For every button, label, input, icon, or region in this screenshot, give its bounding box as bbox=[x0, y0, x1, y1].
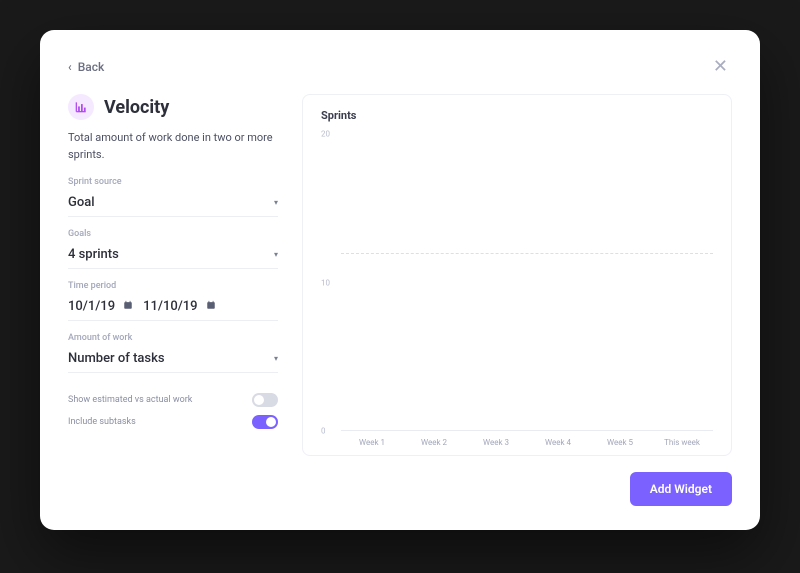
calendar-icon bbox=[206, 300, 216, 313]
date-from-input[interactable]: 10/1/19 bbox=[68, 299, 133, 314]
toggle-label: Include subtasks bbox=[68, 417, 136, 427]
select-goals[interactable]: 4 sprints ▾ bbox=[68, 243, 278, 269]
toggle-row-estimated: Show estimated vs actual work bbox=[68, 393, 278, 407]
chart-plot: 0 10 20 Week 1Week 2Week 3Week 4Week 5This… bbox=[321, 126, 713, 447]
add-widget-button[interactable]: Add Widget bbox=[630, 472, 732, 506]
chart-ytick: 10 bbox=[321, 278, 330, 287]
widget-config-card: ‹ Back ✕ Velocity Total a bbox=[40, 30, 760, 530]
select-amount[interactable]: Number of tasks ▾ bbox=[68, 347, 278, 373]
chart-xlabel: This week bbox=[651, 438, 713, 447]
select-sprint-source[interactable]: Goal ▾ bbox=[68, 191, 278, 217]
chevron-down-icon: ▾ bbox=[274, 250, 278, 259]
field-sprint-source: Sprint source Goal ▾ bbox=[68, 177, 278, 217]
bar-chart-icon bbox=[74, 100, 88, 114]
field-amount: Amount of work Number of tasks ▾ bbox=[68, 333, 278, 373]
chart-plot-area: Week 1Week 2Week 3Week 4Week 5This week bbox=[341, 126, 713, 447]
chart-xlabels: Week 1Week 2Week 3Week 4Week 5This week bbox=[341, 438, 713, 447]
config-panel: Velocity Total amount of work done in tw… bbox=[68, 94, 278, 506]
chart-xlabel: Week 4 bbox=[527, 438, 589, 447]
calendar-icon bbox=[123, 300, 133, 313]
footer: Add Widget bbox=[302, 472, 732, 506]
chart-card: Sprints 0 10 20 Week 1Week 2Week 3Week 4We… bbox=[302, 94, 732, 456]
chart-ytick: 0 bbox=[321, 427, 326, 436]
toggle-estimated[interactable] bbox=[252, 393, 278, 407]
toggle-row-subtasks: Include subtasks bbox=[68, 415, 278, 429]
topbar: ‹ Back ✕ bbox=[68, 54, 732, 80]
chart-xlabel: Week 5 bbox=[589, 438, 651, 447]
toggle-label: Show estimated vs actual work bbox=[68, 395, 192, 405]
page-title: Velocity bbox=[104, 97, 169, 118]
date-range: 10/1/19 11/10/19 bbox=[68, 295, 278, 321]
heading: Velocity bbox=[68, 94, 278, 120]
chevron-down-icon: ▾ bbox=[274, 354, 278, 363]
date-to-value: 11/10/19 bbox=[143, 299, 197, 314]
chart-xlabel: Week 3 bbox=[465, 438, 527, 447]
label-goals: Goals bbox=[68, 229, 278, 239]
toggle-subtasks[interactable] bbox=[252, 415, 278, 429]
chart-panel: Sprints 0 10 20 Week 1Week 2Week 3Week 4We… bbox=[302, 94, 732, 506]
chart-yaxis: 0 10 20 bbox=[321, 126, 341, 447]
label-time-period: Time period bbox=[68, 281, 278, 291]
chevron-down-icon: ▾ bbox=[274, 198, 278, 207]
close-icon: ✕ bbox=[713, 56, 728, 77]
chart-xlabel: Week 2 bbox=[403, 438, 465, 447]
label-sprint-source: Sprint source bbox=[68, 177, 278, 187]
chart-bars bbox=[341, 134, 713, 431]
select-value: 4 sprints bbox=[68, 247, 119, 262]
chart-ytick: 20 bbox=[321, 130, 330, 139]
date-from-value: 10/1/19 bbox=[68, 299, 115, 314]
velocity-icon bbox=[68, 94, 94, 120]
chevron-left-icon: ‹ bbox=[68, 60, 72, 74]
back-button[interactable]: ‹ Back bbox=[68, 60, 104, 74]
date-to-input[interactable]: 11/10/19 bbox=[143, 299, 215, 314]
back-label: Back bbox=[78, 60, 105, 74]
subtitle: Total amount of work done in two or more… bbox=[68, 130, 278, 163]
field-goals: Goals 4 sprints ▾ bbox=[68, 229, 278, 269]
chart-title: Sprints bbox=[321, 109, 713, 122]
label-amount: Amount of work bbox=[68, 333, 278, 343]
chart-xlabel: Week 1 bbox=[341, 438, 403, 447]
field-time-period: Time period 10/1/19 11/10/19 bbox=[68, 281, 278, 321]
select-value: Number of tasks bbox=[68, 351, 165, 366]
close-button[interactable]: ✕ bbox=[709, 54, 732, 80]
body: Velocity Total amount of work done in tw… bbox=[68, 94, 732, 506]
select-value: Goal bbox=[68, 195, 95, 210]
